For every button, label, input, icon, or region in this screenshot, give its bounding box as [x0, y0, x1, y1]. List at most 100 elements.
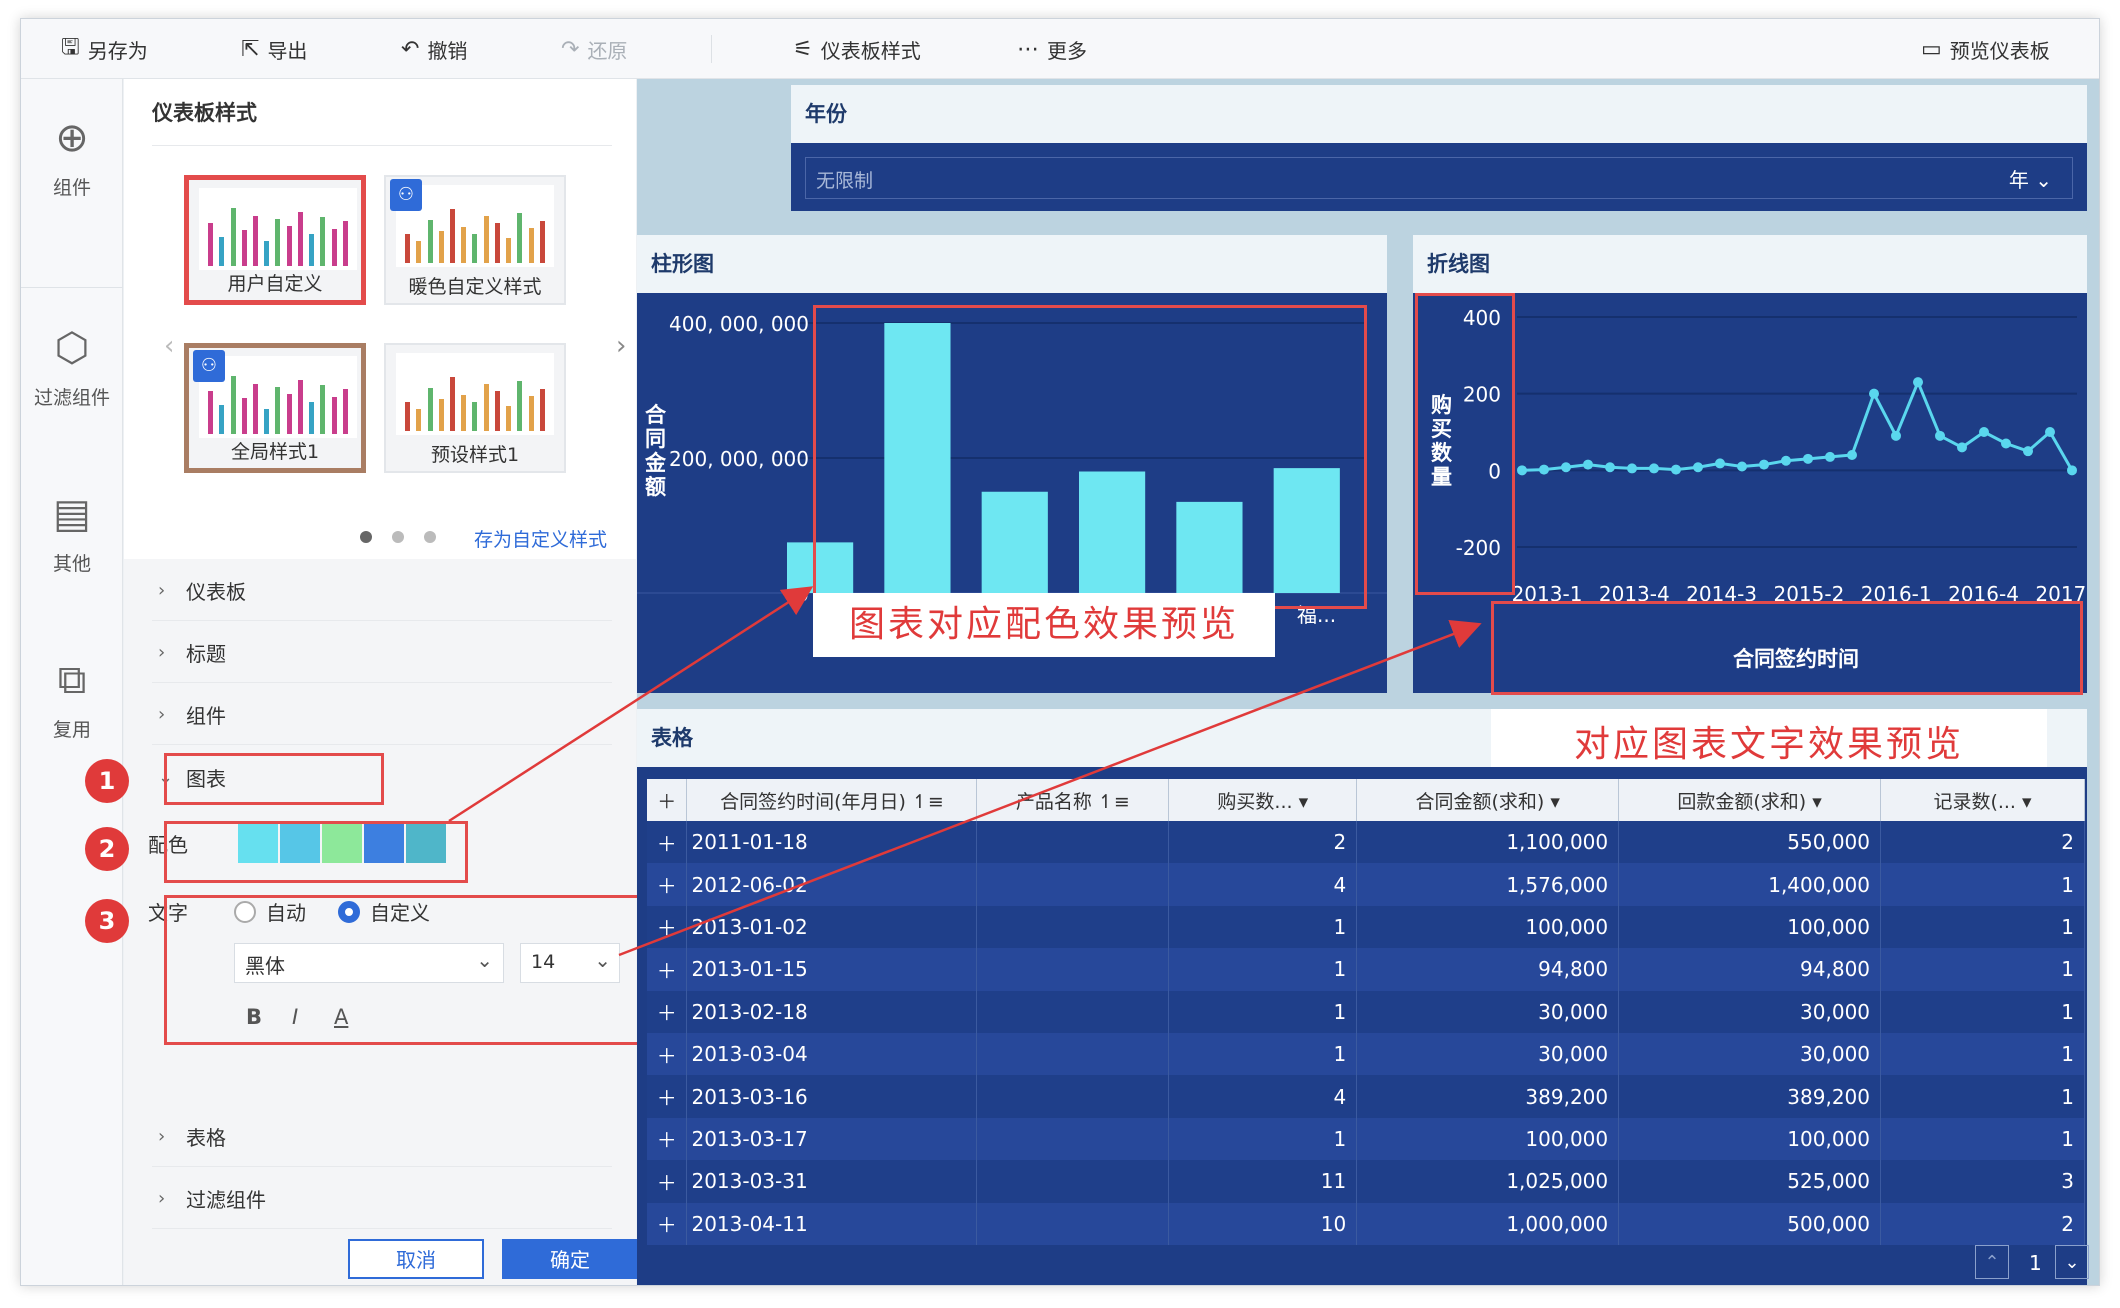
record-count-cell: 3 [1880, 1160, 2085, 1203]
redo-button[interactable]: ↷ 还原 [561, 33, 627, 65]
year-unit-select[interactable]: 年 ⌄ [2009, 164, 2052, 193]
contract-amount-cell: 30,000 [1356, 1032, 1620, 1076]
sort-icon[interactable]: ↿≡ [1098, 791, 1130, 813]
chevron-right-icon: › [158, 580, 166, 601]
table-row[interactable]: ＋ 2013-03-16 4 389,200 389,200 1 [647, 1075, 2085, 1118]
carousel-dot[interactable] [392, 531, 404, 543]
table-row[interactable]: ＋ 2013-03-17 1 100,000 100,000 1 [647, 1117, 2085, 1161]
column-header[interactable]: 回款金额(求和) ▾ [1618, 779, 1882, 821]
sidebar-item-components[interactable]: ⊕ 组件 [21, 115, 123, 200]
expand-row-icon[interactable]: ＋ [647, 821, 688, 864]
style-thumb-global-1[interactable]: ⚇ 全局样式1 [184, 343, 366, 473]
line-point [1671, 464, 1681, 475]
line-point [1561, 462, 1571, 473]
bar-y-tick-label: 200, 000, 000 [669, 447, 809, 471]
expand-row-icon[interactable]: ＋ [647, 1117, 688, 1161]
dashboard-style-button[interactable]: ⚟ 仪表板样式 [793, 33, 921, 65]
table-row[interactable]: ＋ 2011-01-18 2 1,100,000 550,000 2 [647, 821, 2085, 864]
quantity-cell: 1 [1168, 990, 1358, 1033]
table-row[interactable]: ＋ 2013-03-04 1 30,000 30,000 1 [647, 1032, 2085, 1076]
next-arrow-icon[interactable]: › [616, 331, 626, 361]
section-component[interactable]: › 组件 [152, 685, 612, 745]
table-row[interactable]: ＋ 2013-02-18 1 30,000 30,000 1 [647, 990, 2085, 1033]
contract-amount-cell: 1,576,000 [1356, 863, 1620, 906]
thumb-bar-icon [275, 387, 281, 434]
dropdown-icon[interactable]: ▾ [2022, 791, 2032, 813]
expand-row-icon[interactable]: ＋ [647, 905, 688, 949]
bar-widget-title: 柱形图 [637, 235, 1387, 293]
style-thumb-preset-1[interactable]: 预设样式1 [384, 343, 566, 473]
section-dashboard[interactable]: › 仪表板 [152, 561, 612, 621]
thumb-bar-icon [320, 217, 326, 266]
section-filter-component[interactable]: › 过滤组件 [152, 1169, 612, 1229]
ok-button[interactable]: 确定 [502, 1239, 638, 1279]
table-row[interactable]: ＋ 2012-06-02 4 1,576,000 1,400,000 1 [647, 863, 2085, 906]
year-widget-title: 年份 [791, 85, 2087, 143]
table-row[interactable]: ＋ 2013-04-11 10 1,000,000 500,000 2 [647, 1202, 2085, 1245]
quantity-cell: 1 [1168, 948, 1358, 991]
sidebar-item-other[interactable]: ▤ 其他 [21, 491, 123, 576]
quantity-cell: 11 [1168, 1160, 1358, 1203]
cancel-button[interactable]: 取消 [348, 1239, 484, 1279]
dashboard-style-panel: 仪表板样式 用户自定义 ⚇ 暖色自定义样式 ‹ › ⚇ 全局样式1 预设样式1 … [124, 79, 640, 1285]
table-row[interactable]: ＋ 2013-03-31 11 1,025,000 525,000 3 [647, 1160, 2085, 1203]
annotation-marker-2: 2 [85, 827, 129, 871]
line-point [1605, 462, 1615, 473]
bar-y-axis-label: 合同金额 [645, 403, 666, 499]
export-button[interactable]: ⇱ 导出 [241, 33, 307, 65]
expand-all-icon[interactable]: ＋ [647, 779, 688, 821]
page-down-button[interactable]: ⌄ [2055, 1245, 2089, 1279]
expand-row-icon[interactable]: ＋ [647, 1160, 688, 1203]
thumb-bar-icon [483, 216, 489, 263]
expand-row-icon[interactable]: ＋ [647, 863, 688, 906]
payment-amount-cell: 30,000 [1618, 1032, 1882, 1076]
table-row[interactable]: ＋ 2013-01-02 1 100,000 100,000 1 [647, 905, 2085, 949]
save-as-button[interactable]: 🖫 另存为 [61, 33, 148, 65]
record-count-cell: 1 [1880, 1075, 2085, 1118]
page-number: 1 [2029, 1251, 2042, 1275]
thumb-bar-icon [528, 396, 534, 431]
dropdown-icon[interactable]: ▾ [1550, 791, 1560, 813]
save-custom-style-link[interactable]: 存为自定义样式 [474, 525, 607, 552]
expand-row-icon[interactable]: ＋ [647, 1032, 688, 1076]
section-title[interactable]: › 标题 [152, 623, 612, 683]
expand-row-icon[interactable]: ＋ [647, 990, 688, 1033]
more-button[interactable]: ⋯ 更多 [1017, 33, 1087, 65]
monitor-icon: ▭ [1921, 36, 1942, 62]
payment-amount-cell: 30,000 [1618, 990, 1882, 1033]
column-header[interactable]: 合同金额(求和) ▾ [1356, 779, 1620, 821]
column-header[interactable]: 产品名称 ↿≡ [976, 779, 1170, 821]
date-cell: 2012-06-02 [686, 863, 978, 906]
sidebar-item-reuse[interactable]: ⧉ 复用 [21, 657, 123, 742]
carousel-dot[interactable] [424, 531, 436, 543]
column-header[interactable]: 记录数(... ▾ [1880, 779, 2085, 821]
undo-button[interactable]: ↶ 撤销 [401, 33, 467, 65]
date-cell: 2013-02-18 [686, 990, 978, 1033]
sidebar-item-filter-components[interactable]: ⬡ 过滤组件 [21, 325, 123, 410]
table-row[interactable]: ＋ 2013-01-15 1 94,800 94,800 1 [647, 948, 2085, 991]
expand-row-icon[interactable]: ＋ [647, 948, 688, 991]
prev-arrow-icon[interactable]: ‹ [164, 331, 174, 361]
year-widget: 无限制 年 ⌄ [791, 143, 2087, 211]
section-table[interactable]: › 表格 [152, 1107, 612, 1167]
chevron-right-icon: › [158, 1188, 166, 1209]
product-cell [976, 1160, 1170, 1203]
dropdown-icon[interactable]: ▾ [1812, 791, 1822, 813]
year-filter-input[interactable]: 无限制 年 ⌄ [805, 157, 2073, 199]
line-point [1847, 450, 1857, 460]
style-thumb-user-custom[interactable]: 用户自定义 [184, 175, 366, 305]
style-thumb-warm-custom[interactable]: ⚇ 暖色自定义样式 [384, 175, 566, 305]
expand-row-icon[interactable]: ＋ [647, 1075, 688, 1118]
sort-icon[interactable]: ↿≡ [912, 791, 944, 813]
expand-row-icon[interactable]: ＋ [647, 1202, 688, 1245]
payment-amount-cell: 100,000 [1618, 1117, 1882, 1161]
preview-dashboard-button[interactable]: ▭ 预览仪表板 [1921, 33, 2050, 65]
export-icon: ⇱ [241, 36, 260, 62]
dropdown-icon[interactable]: ▾ [1299, 791, 1309, 813]
column-header[interactable]: 购买数... ▾ [1168, 779, 1358, 821]
carousel-dot[interactable] [360, 531, 372, 543]
column-header[interactable]: 合同签约时间(年月日) ↿≡ [686, 779, 978, 821]
record-count-cell: 1 [1880, 948, 2085, 991]
thumb-bar-icon [416, 241, 422, 263]
page-up-button[interactable]: ⌃ [1975, 1245, 2009, 1279]
